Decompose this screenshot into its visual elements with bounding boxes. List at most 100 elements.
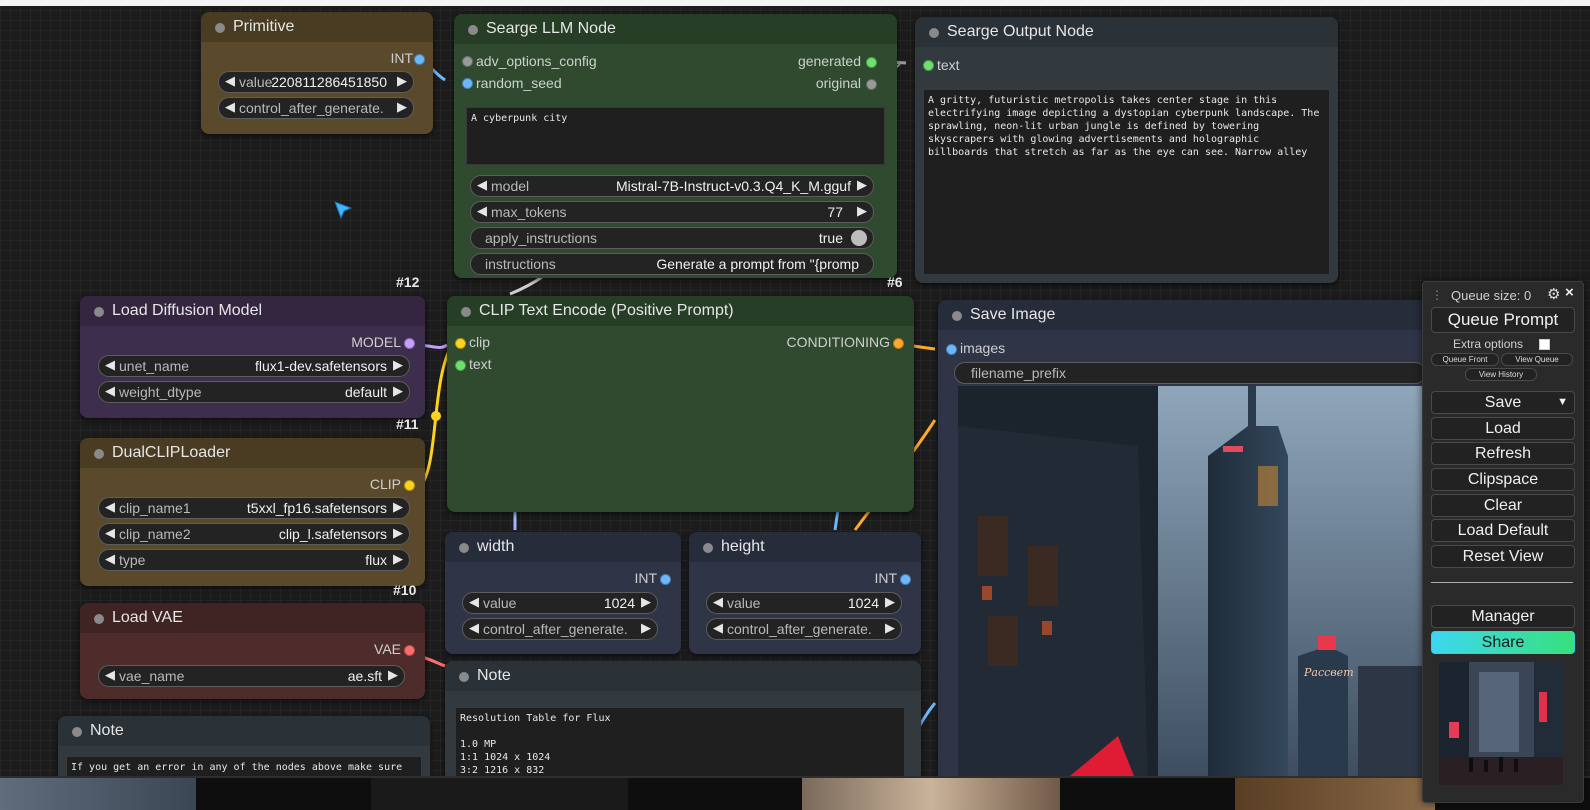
refresh-button[interactable]: Refresh (1431, 442, 1575, 465)
primitive-title-bar[interactable]: Primitive (201, 12, 433, 42)
note-textarea[interactable]: Resolution Table for Flux 1.0 MP 1:1 102… (455, 707, 905, 786)
decrement-arrow-icon[interactable]: ◀ (477, 203, 487, 219)
load-vae-node[interactable]: Load VAE VAE ◀ vae_name ae.sft ▶ (80, 603, 425, 699)
collapse-dot-icon[interactable] (94, 614, 104, 624)
toggle-knob-icon[interactable] (851, 230, 867, 246)
clip-encode-title-bar[interactable]: CLIP Text Encode (Positive Prompt) (447, 296, 914, 326)
collapse-dot-icon[interactable] (215, 23, 225, 33)
input-dot[interactable] (455, 338, 466, 349)
view-history-button[interactable]: View History (1465, 368, 1537, 381)
decrement-arrow-icon[interactable]: ◀ (469, 594, 479, 610)
decrement-arrow-icon[interactable]: ◀ (105, 667, 115, 683)
extra-options-checkbox[interactable] (1539, 339, 1550, 350)
prompt-textarea[interactable]: A cyberpunk city (466, 107, 885, 165)
decrement-arrow-icon[interactable]: ◀ (105, 499, 115, 515)
save-image-node[interactable]: Save Image images filename_prefix Рассве… (938, 300, 1428, 786)
weight-dtype-widget[interactable]: ◀ weight_dtype default ▶ (98, 381, 410, 403)
collapse-dot-icon[interactable] (929, 28, 939, 38)
width-title-bar[interactable]: width (445, 532, 681, 562)
load-button[interactable]: Load (1431, 417, 1575, 440)
increment-arrow-icon[interactable]: ▶ (393, 525, 403, 541)
load-diffusion-model-node[interactable]: Load Diffusion Model MODEL ◀ unet_name f… (80, 296, 425, 418)
filename-prefix-widget[interactable]: filename_prefix (954, 362, 1426, 384)
reset-view-button[interactable]: Reset View (1431, 545, 1575, 568)
increment-arrow-icon[interactable]: ▶ (393, 383, 403, 399)
apply-instructions-toggle[interactable]: apply_instructions true (470, 227, 874, 249)
searge-output-node[interactable]: Searge Output Node text A gritty, futuri… (915, 17, 1338, 283)
increment-arrow-icon[interactable]: ▶ (885, 594, 895, 610)
model-widget[interactable]: ◀ model Mistral-7B-Instruct-v0.3.Q4_K_M.… (470, 175, 874, 197)
control-after-generate-widget[interactable]: ◀ control_after_generate. ▶ (218, 97, 414, 119)
dualclip-loader-node[interactable]: DualCLIPLoader CLIP ◀ clip_name1 t5xxl_f… (80, 438, 425, 586)
height-title-bar[interactable]: height (689, 532, 921, 562)
instructions-widget[interactable]: instructions Generate a prompt from "{pr… (470, 253, 874, 275)
collapse-dot-icon[interactable] (72, 727, 82, 737)
height-value-widget[interactable]: ◀ value 1024 ▶ (706, 592, 902, 614)
share-button[interactable]: Share (1431, 631, 1575, 654)
primitive-node[interactable]: Primitive INT ◀ value 220811286451850 ▶ … (201, 12, 433, 134)
generated-image-preview[interactable]: Рассвет (958, 386, 1428, 786)
note-title-bar[interactable]: Note (58, 716, 430, 746)
decrement-arrow-icon[interactable]: ◀ (469, 620, 479, 636)
input-dot[interactable] (462, 78, 473, 89)
vae-name-widget[interactable]: ◀ vae_name ae.sft ▶ (98, 665, 405, 687)
drag-handle-icon[interactable]: ⋮ (1431, 288, 1443, 302)
decrement-arrow-icon[interactable]: ◀ (713, 620, 723, 636)
gear-icon[interactable]: ⚙ (1547, 285, 1560, 303)
increment-arrow-icon[interactable]: ▶ (857, 177, 867, 193)
collapse-dot-icon[interactable] (459, 672, 469, 682)
input-dot[interactable] (923, 60, 934, 71)
output-dot[interactable] (414, 54, 425, 65)
decrement-arrow-icon[interactable]: ◀ (713, 594, 723, 610)
output-dot[interactable] (866, 57, 877, 68)
height-node[interactable]: height INT ◀ value 1024 ▶ ◀ control_afte… (689, 532, 921, 654)
max-tokens-widget[interactable]: ◀ max_tokens 77 ▶ (470, 201, 874, 223)
collapse-dot-icon[interactable] (952, 311, 962, 321)
view-queue-button[interactable]: View Queue (1501, 353, 1573, 366)
searge-llm-node[interactable]: Searge LLM Node adv_options_config rando… (454, 14, 897, 278)
history-thumbnail[interactable] (0, 778, 196, 810)
output-title-bar[interactable]: Searge Output Node (915, 17, 1338, 47)
collapse-dot-icon[interactable] (703, 543, 713, 553)
increment-arrow-icon[interactable]: ▶ (393, 551, 403, 567)
increment-arrow-icon[interactable]: ▶ (388, 667, 398, 683)
output-dot[interactable] (404, 480, 415, 491)
save-dropdown-icon[interactable]: ▼ (1557, 392, 1568, 413)
note-title-bar[interactable]: Note (445, 661, 921, 691)
queue-panel[interactable]: ⋮ Queue size: 0 ⚙ × Queue Prompt Extra o… (1422, 281, 1584, 803)
queue-front-button[interactable]: Queue Front (1431, 353, 1499, 366)
save-image-title-bar[interactable]: Save Image (938, 300, 1428, 330)
note-node-resolution[interactable]: Note Resolution Table for Flux 1.0 MP 1:… (445, 661, 921, 786)
decrement-arrow-icon[interactable]: ◀ (477, 177, 487, 193)
unet-name-widget[interactable]: ◀ unet_name flux1-dev.safetensors ▶ (98, 355, 410, 377)
decrement-arrow-icon[interactable]: ◀ (105, 383, 115, 399)
history-thumbnail[interactable] (802, 778, 1060, 810)
close-icon[interactable]: × (1565, 284, 1574, 301)
vae-title-bar[interactable]: Load VAE (80, 603, 425, 633)
increment-arrow-icon[interactable]: ▶ (857, 203, 867, 219)
output-dot[interactable] (866, 79, 877, 90)
collapse-dot-icon[interactable] (461, 307, 471, 317)
history-thumbnail[interactable] (371, 778, 628, 810)
collapse-dot-icon[interactable] (94, 449, 104, 459)
decrement-arrow-icon[interactable]: ◀ (105, 357, 115, 373)
collapse-dot-icon[interactable] (459, 543, 469, 553)
output-dot[interactable] (900, 574, 911, 585)
decrement-arrow-icon[interactable]: ◀ (225, 73, 235, 89)
output-dot[interactable] (660, 574, 671, 585)
collapse-dot-icon[interactable] (468, 25, 478, 35)
height-control-widget[interactable]: ◀ control_after_generate. ▶ (706, 618, 902, 640)
clear-button[interactable]: Clear (1431, 494, 1575, 517)
output-dot[interactable] (893, 338, 904, 349)
clipspace-button[interactable]: Clipspace (1431, 468, 1575, 491)
collapse-dot-icon[interactable] (94, 307, 104, 317)
width-value-widget[interactable]: ◀ value 1024 ▶ (462, 592, 658, 614)
value-widget[interactable]: ◀ value 220811286451850 ▶ (218, 71, 414, 93)
history-thumbnail[interactable] (1235, 778, 1435, 810)
increment-arrow-icon[interactable]: ▶ (641, 620, 651, 636)
latest-image-thumbnail[interactable] (1439, 662, 1563, 785)
decrement-arrow-icon[interactable]: ◀ (105, 525, 115, 541)
dualclip-title-bar[interactable]: DualCLIPLoader (80, 438, 425, 468)
increment-arrow-icon[interactable]: ▶ (393, 499, 403, 515)
llm-title-bar[interactable]: Searge LLM Node (454, 14, 897, 44)
